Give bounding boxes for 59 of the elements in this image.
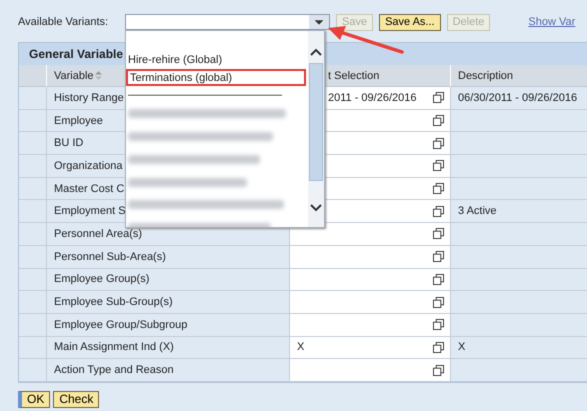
selection-cell[interactable] xyxy=(290,359,451,382)
blurred-item[interactable] xyxy=(128,200,284,210)
toolbar-button[interactable]: Save As... xyxy=(379,14,441,30)
row-selector[interactable] xyxy=(19,132,47,156)
blurred-item[interactable] xyxy=(128,154,260,164)
blurred-item[interactable] xyxy=(128,178,247,187)
scroll-thumb[interactable] xyxy=(309,63,323,181)
copy-icon[interactable] xyxy=(433,160,444,172)
row-selector[interactable] xyxy=(19,110,47,132)
selection-cell[interactable] xyxy=(290,223,451,246)
row-selector[interactable] xyxy=(19,178,47,200)
row-selector[interactable] xyxy=(19,87,47,110)
row-selector[interactable] xyxy=(19,291,47,314)
selection-cell[interactable] xyxy=(290,314,451,337)
selection-cell[interactable] xyxy=(290,268,451,292)
show-variants-link[interactable]: Show Var xyxy=(528,16,576,28)
variable-cell: Action Type and Reason xyxy=(47,359,290,382)
row-selector[interactable] xyxy=(19,268,47,292)
variable-cell: Employee Sub-Group(s) xyxy=(47,291,290,314)
blurred-item[interactable] xyxy=(128,132,273,141)
row-selector[interactable] xyxy=(19,223,47,246)
footer-button[interactable]: Check xyxy=(53,390,100,408)
variable-cell: Employee Group(s) xyxy=(47,268,290,292)
row-selector[interactable] xyxy=(19,246,47,268)
selection-cell[interactable]: X xyxy=(290,336,451,360)
variable-cell: Employee Group/Subgroup xyxy=(47,314,290,337)
copy-icon[interactable] xyxy=(433,206,444,217)
copy-icon[interactable] xyxy=(433,274,444,285)
row-selector[interactable] xyxy=(19,336,47,360)
copy-icon[interactable] xyxy=(433,115,444,126)
copy-icon[interactable] xyxy=(433,296,444,308)
copy-icon[interactable] xyxy=(433,342,444,353)
description-cell: 3 Active xyxy=(451,200,587,224)
footer-button[interactable]: OK xyxy=(18,390,50,408)
list-item[interactable]: Terminations (global) xyxy=(126,68,306,86)
copy-icon[interactable] xyxy=(433,138,444,149)
variable-cell: Personnel Sub-Area(s) xyxy=(47,246,290,268)
variants-label: Available Variants: xyxy=(18,16,110,28)
copy-icon[interactable] xyxy=(433,92,444,104)
column-header[interactable]: Description xyxy=(451,65,587,87)
description-cell: X xyxy=(451,336,587,360)
selection-value: X xyxy=(297,341,304,354)
copy-icon[interactable] xyxy=(433,183,444,194)
row-selector[interactable] xyxy=(19,314,47,337)
row-selector[interactable] xyxy=(19,200,47,224)
selection-cell[interactable] xyxy=(290,246,451,268)
scrollbar[interactable] xyxy=(308,31,324,227)
copy-icon[interactable] xyxy=(433,228,444,240)
variable-cell: Main Assignment Ind (X) xyxy=(47,336,290,360)
copy-icon[interactable] xyxy=(433,364,444,376)
row-selector[interactable] xyxy=(19,155,47,178)
description-cell: 06/30/2011 - 09/26/2016 xyxy=(451,87,587,110)
copy-icon[interactable] xyxy=(433,251,444,262)
row-selector[interactable] xyxy=(19,359,47,382)
blurred-item[interactable] xyxy=(128,109,286,118)
copy-icon[interactable] xyxy=(433,319,444,330)
sort-icon[interactable] xyxy=(94,71,102,80)
selection-cell[interactable] xyxy=(290,291,451,314)
selection-value: 2011 - 09/26/2016 xyxy=(328,92,416,104)
